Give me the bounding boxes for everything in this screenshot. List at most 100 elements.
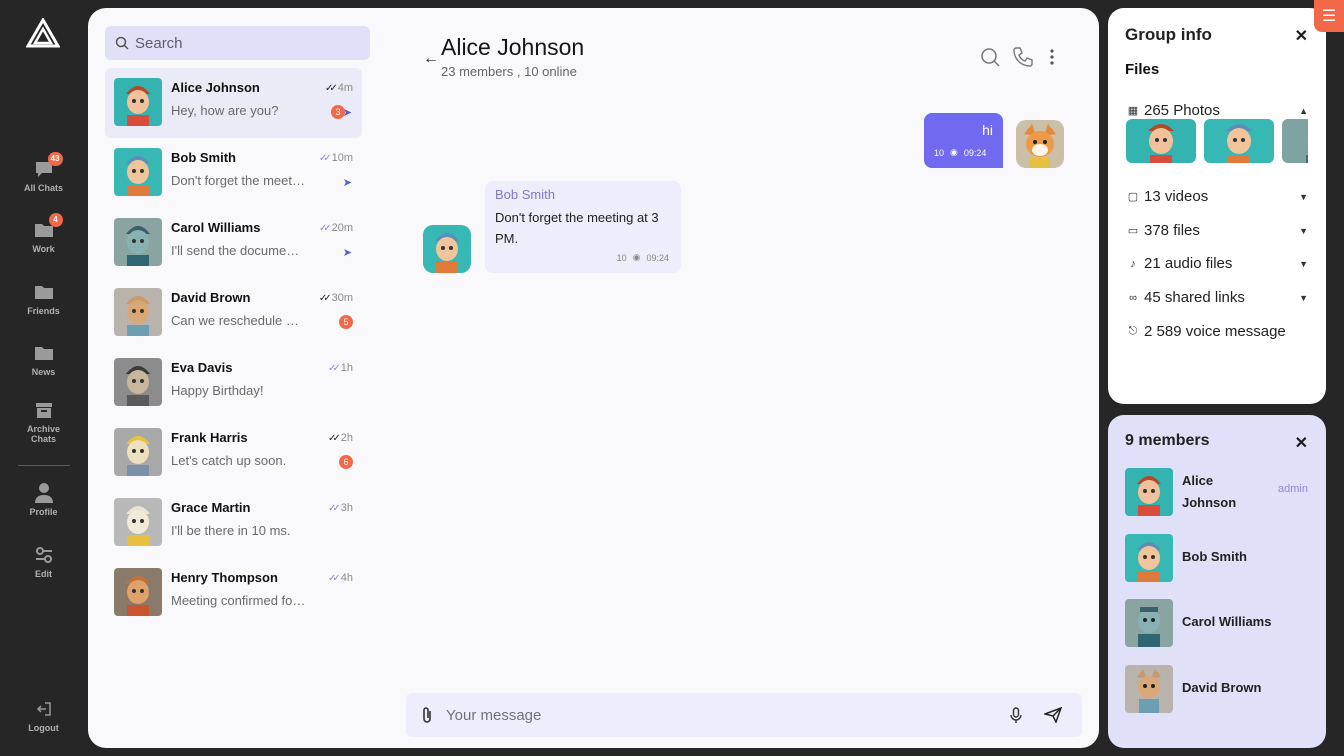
member-row[interactable]: Bob Smith [1125, 534, 1315, 582]
eye-icon: ◉ [632, 252, 641, 262]
nav-logout[interactable]: Logout [0, 698, 87, 733]
chat-list-item[interactable]: Henry Thompson Meeting confirmed for Frid… [105, 558, 362, 628]
avatar [114, 78, 162, 126]
chat-list-item[interactable]: Alice Johnson Hey, how are you? ✓✓ 4m 3 ➤ [105, 68, 362, 138]
group-info-title: Group info [1125, 25, 1212, 44]
message-text: hi [982, 122, 993, 138]
chat-name: Grace Martin [171, 500, 251, 515]
avatar [1125, 665, 1173, 713]
file-category-row[interactable]: ▭ 378 files ▼ [1126, 222, 1308, 239]
time-label: 4m [337, 82, 353, 94]
chat-list-item[interactable]: Bob Smith Don't forget the meeting at 3 P… [105, 138, 362, 208]
back-arrow-icon[interactable]: ← [423, 50, 439, 68]
nav-all-chats[interactable]: 43 All Chats [0, 152, 87, 193]
avatar [423, 225, 471, 273]
nav-label: Edit [35, 569, 52, 579]
file-category-row[interactable]: ♪ 21 audio files ▼ [1126, 255, 1308, 272]
chat-list-item[interactable]: Carol Williams I'll send the documents to… [105, 208, 362, 278]
time-label: 3h [340, 502, 353, 514]
time-label: 2h [340, 432, 353, 444]
chat-preview: Meeting confirmed for Friday. [171, 593, 306, 608]
nav-divider [18, 465, 70, 466]
avatar [1125, 468, 1173, 516]
message-time: 09:24 [646, 252, 669, 263]
unread-badge: 6 [339, 455, 353, 469]
file-category-label: 378 files [1144, 222, 1200, 239]
photo-thumbnail[interactable] [1126, 119, 1196, 163]
chat-preview: Can we reschedule our call? [171, 313, 306, 328]
chevron-down-icon: ▼ [1299, 258, 1308, 269]
photo-thumbnail[interactable] [1204, 119, 1274, 163]
chat-list-item[interactable]: David Brown Can we reschedule our call? ✓✓… [105, 278, 362, 348]
app-logo [26, 18, 60, 48]
time-label: 30m [331, 292, 353, 304]
pin-icon: ➤ [342, 107, 352, 119]
chat-time: ✓✓ 20m [319, 222, 353, 234]
nav-archive-chats[interactable]: Archive Chats [0, 399, 87, 444]
chat-preview: Let's catch up soon. [171, 453, 287, 468]
search-icon [115, 36, 129, 50]
mic-icon[interactable] [1010, 707, 1022, 723]
members-panel: 9 members ✕ Alice Johnson admin Bob Smit… [1108, 415, 1326, 748]
chat-bubble-icon: 43 [32, 152, 63, 180]
outgoing-message[interactable]: hi 10 ◉ 09:24 [924, 113, 1003, 168]
paperclip-icon[interactable] [420, 706, 434, 724]
photo-thumbnail[interactable] [1282, 119, 1308, 163]
close-icon[interactable]: ✕ [1295, 433, 1308, 453]
chat-list-item[interactable]: Grace Martin I'll be there in 10 ms. ✓✓ 3h [105, 488, 362, 558]
folder-icon: 4 [32, 213, 63, 241]
member-row[interactable]: Carol Williams [1125, 599, 1315, 647]
nav-edit[interactable]: Edit [0, 544, 87, 579]
chat-time: ✓✓ 30m [319, 292, 353, 304]
chevron-up-icon: ▲ [1299, 105, 1308, 116]
chat-name: David Brown [171, 290, 251, 305]
file-category-label: 2 589 voice message [1144, 323, 1286, 340]
nav-friends[interactable]: Friends [0, 281, 87, 316]
close-icon[interactable]: ✕ [1295, 26, 1308, 46]
double-check-icon: ✓✓ [327, 572, 341, 584]
chat-list-item[interactable]: Eva Davis Happy Birthday! ✓✓ 1h [105, 348, 362, 418]
avatar [114, 288, 162, 336]
sliders-icon [32, 544, 56, 566]
search-input[interactable]: Search [105, 26, 370, 60]
chat-list-item[interactable]: Frank Harris Let's catch up soon. ✓✓ 2h 6 [105, 418, 362, 488]
search-icon[interactable] [980, 47, 1000, 67]
chat-preview: Don't forget the meeting at 3 PM. [171, 173, 306, 188]
incoming-message[interactable]: Bob Smith Don't forget the meeting at 3 … [485, 181, 681, 273]
nav-label: Archive Chats [26, 424, 61, 444]
nav-news[interactable]: News [0, 342, 87, 377]
link-icon: ∞ [1129, 291, 1137, 304]
avatar [1016, 120, 1064, 168]
double-check-icon: ✓✓ [327, 362, 341, 374]
file-category-row[interactable]: ▦ 265 Photos ▲ [1126, 102, 1308, 119]
group-info-panel: Group info ✕ Files ▦ 265 Photos ▲ ▢ 13 video… [1108, 8, 1326, 404]
folder-icon [32, 342, 56, 364]
avatar [114, 428, 162, 476]
member-row[interactable]: David Brown [1125, 665, 1315, 713]
mic-icon: ⎋ [1128, 325, 1138, 337]
file-category-row[interactable]: ⎋ 2 589 voice message [1126, 323, 1308, 340]
menu-icon[interactable]: ☰ [1314, 0, 1344, 32]
more-vertical-icon[interactable] [1046, 47, 1058, 67]
phone-icon[interactable] [1012, 46, 1034, 68]
chat-time: ✓✓ 2h [328, 432, 353, 444]
member-row[interactable]: Alice Johnson admin [1125, 468, 1315, 516]
chat-name: Frank Harris [171, 430, 248, 445]
message-input[interactable]: Your message [446, 707, 1010, 724]
view-count: 10 [616, 252, 627, 263]
member-name: Alice Johnson [1182, 473, 1237, 510]
double-check-icon: ✓✓ [324, 82, 338, 94]
file-category-row[interactable]: ∞ 45 shared links ▼ [1126, 289, 1308, 306]
archive-icon [32, 399, 56, 421]
nav-label: Profile [29, 507, 58, 517]
nav-work[interactable]: 4 Work [0, 213, 87, 254]
file-category-label: 21 audio files [1144, 255, 1233, 272]
nav-label: Work [32, 244, 55, 254]
nav-profile[interactable]: Profile [0, 482, 87, 517]
send-icon[interactable] [1044, 707, 1062, 723]
file-category-row[interactable]: ▢ 13 videos ▼ [1126, 188, 1308, 205]
search-placeholder: Search [135, 34, 183, 52]
unread-badge: 5 [339, 315, 353, 329]
chevron-down-icon: ▼ [1299, 225, 1308, 236]
file-category-label: 265 Photos [1144, 102, 1220, 119]
